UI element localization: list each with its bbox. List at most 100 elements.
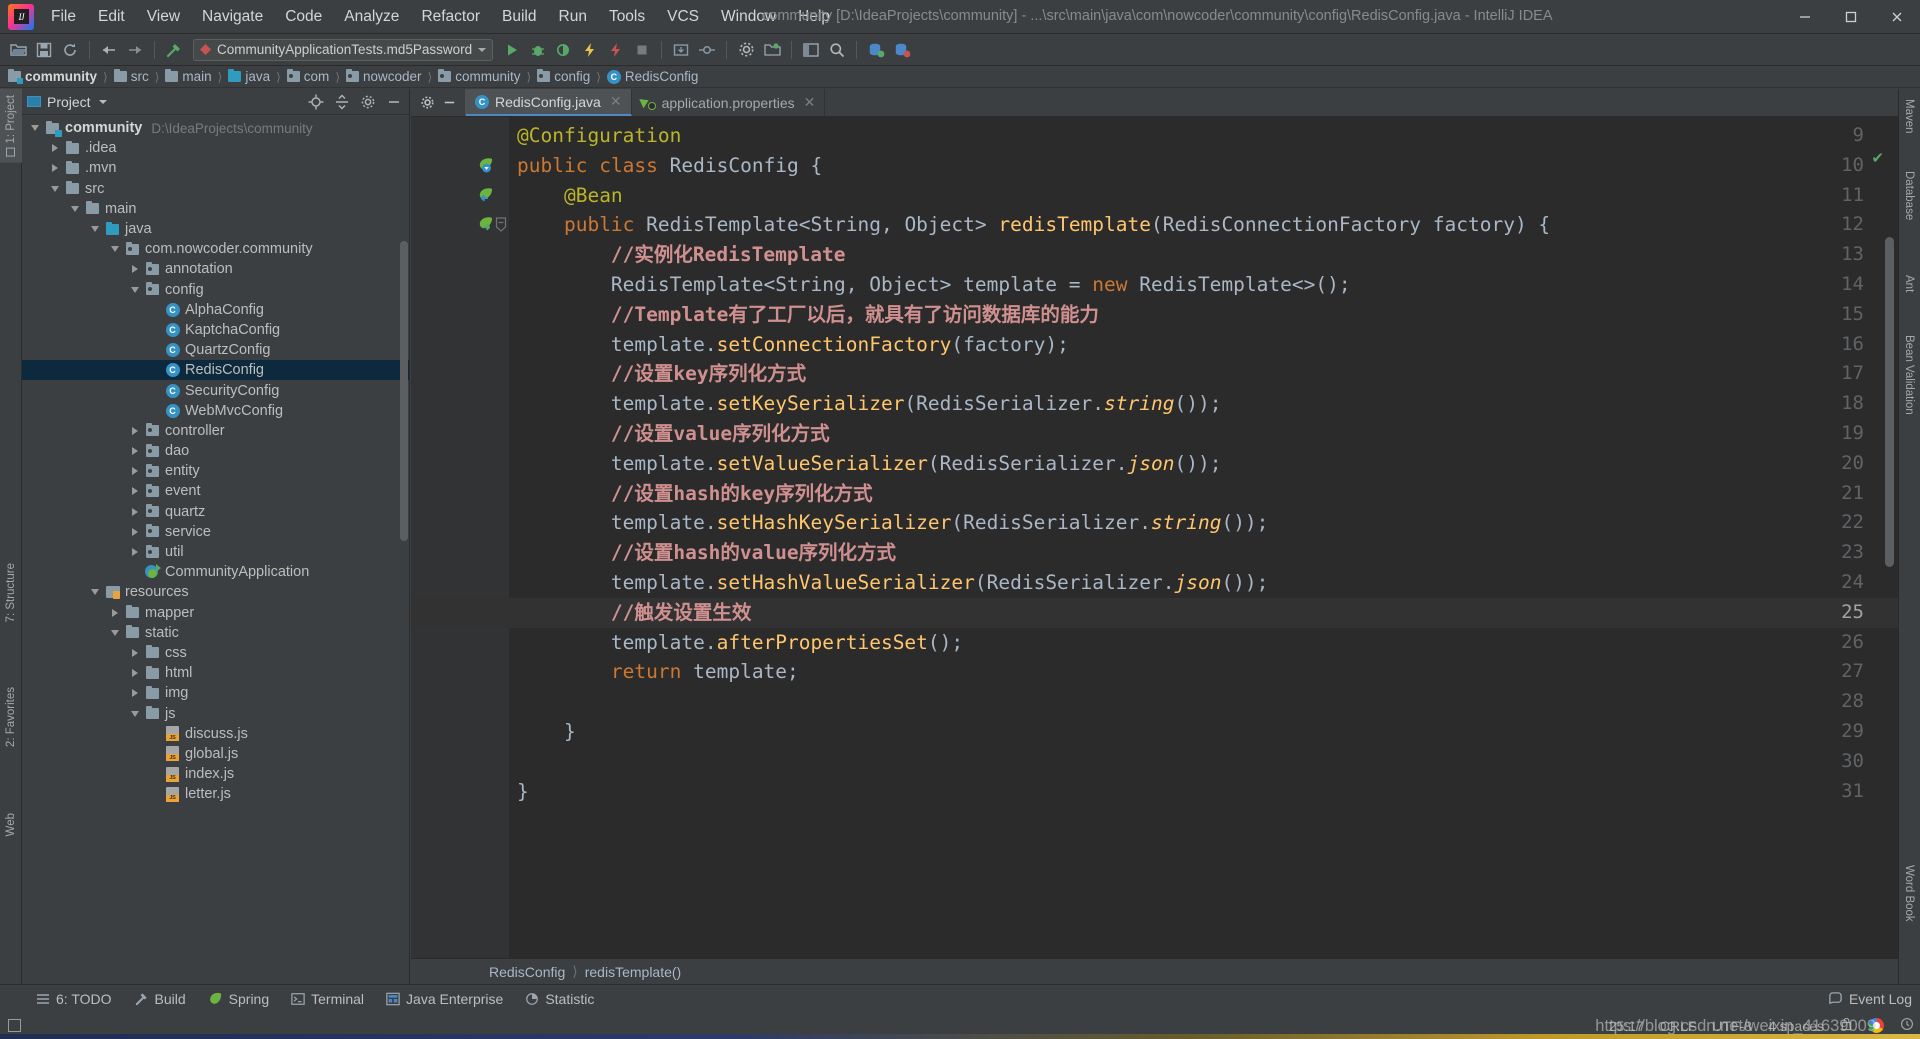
code-line[interactable]: template.setKeySerializer(RedisSerialize… [517, 389, 1898, 419]
tree-node-util[interactable]: util [22, 542, 409, 562]
code-line[interactable]: //设置hash的key序列化方式 [517, 479, 1898, 509]
expand-arrow-icon[interactable] [132, 467, 138, 476]
menu-file[interactable]: File [40, 3, 87, 31]
code-line[interactable]: RedisTemplate<String, Object> template =… [517, 270, 1898, 300]
tree-node-com-nowcoder-community[interactable]: com.nowcoder.community [22, 239, 409, 259]
tree-node-quartz[interactable]: quartz [22, 502, 409, 522]
rail-web[interactable]: Web [0, 807, 22, 842]
memory-indicator-icon[interactable] [1900, 1017, 1914, 1034]
menu-build[interactable]: Build [491, 3, 547, 31]
tree-node-securityconfig[interactable]: C SecurityConfig [22, 380, 409, 400]
tree-node-quartzconfig[interactable]: C QuartzConfig [22, 340, 409, 360]
code-line[interactable]: template.setHashKeySerializer(RedisSeria… [517, 508, 1898, 538]
tree-node-annotation[interactable]: annotation [22, 259, 409, 279]
commit-icon[interactable] [695, 38, 719, 62]
rail-database[interactable]: Database [1898, 165, 1920, 226]
save-all-icon[interactable] [32, 38, 56, 62]
maximize-button[interactable] [1828, 0, 1874, 34]
code-fold-marker[interactable] [495, 217, 507, 233]
tree-node-config[interactable]: config [22, 280, 409, 300]
tree-node-kaptchaconfig[interactable]: C KaptchaConfig [22, 320, 409, 340]
breadcrumb-item-main[interactable]: main [165, 69, 212, 84]
tree-node-dao[interactable]: dao [22, 441, 409, 461]
tree-node-communityapplication[interactable]: CommunityApplication [22, 562, 409, 582]
tree-node-alphaconfig[interactable]: C AlphaConfig [22, 300, 409, 320]
breadcrumb-item-java[interactable]: java [228, 69, 270, 84]
tree-toggle[interactable] [126, 265, 144, 274]
code-line[interactable]: //设置key序列化方式 [517, 359, 1898, 389]
code-line[interactable]: } [517, 777, 1898, 807]
code-line[interactable]: //设置value序列化方式 [517, 419, 1898, 449]
breadcrumb-item-community-pkg[interactable]: community [438, 69, 521, 84]
event-log-button[interactable]: Event Log [1828, 991, 1912, 1007]
tree-toggle[interactable] [126, 507, 144, 516]
tree-toggle[interactable] [86, 589, 104, 596]
menu-view[interactable]: View [136, 3, 191, 31]
menu-edit[interactable]: Edit [87, 3, 136, 31]
project-tree[interactable]: community D:\IdeaProjects\community .idea.… [22, 115, 409, 984]
breadcrumb-item-redisconfig[interactable]: C RedisConfig [606, 69, 698, 84]
breadcrumb-item-config[interactable]: config [537, 69, 590, 84]
tree-toggle[interactable] [126, 669, 144, 678]
tree-toggle[interactable] [46, 144, 64, 153]
rail-word-book[interactable]: Word Book [1898, 859, 1920, 928]
collapse-arrow-icon[interactable] [71, 205, 79, 212]
collapse-arrow-icon[interactable] [111, 246, 119, 253]
expand-arrow-icon[interactable] [132, 669, 138, 678]
menu-code[interactable]: Code [274, 3, 333, 31]
build-hammer-icon[interactable] [162, 38, 186, 62]
rail-bean-validation[interactable]: Bean Validation [1898, 329, 1920, 421]
tree-node-mapper[interactable]: mapper [22, 603, 409, 623]
rerun-button[interactable] [604, 38, 628, 62]
tree-node-discuss-js[interactable]: JS discuss.js [22, 724, 409, 744]
collapse-arrow-icon[interactable] [131, 286, 139, 293]
menu-refactor[interactable]: Refactor [410, 3, 491, 31]
project-structure-icon[interactable] [760, 38, 784, 62]
collapse-arrow-icon[interactable] [131, 710, 139, 717]
breadcrumb-item-src[interactable]: src [113, 69, 149, 84]
code-line[interactable]: template.setValueSerializer(RedisSeriali… [517, 449, 1898, 479]
tab-application-properties[interactable]: application.properties ✕ [632, 89, 826, 116]
tree-node-static[interactable]: static [22, 623, 409, 643]
search-icon[interactable] [825, 38, 849, 62]
code-line[interactable]: } [517, 717, 1898, 747]
chevron-down-icon[interactable] [98, 99, 107, 104]
tree-toggle[interactable] [106, 629, 124, 636]
expand-arrow-icon[interactable] [132, 548, 138, 557]
editor-gutter[interactable] [411, 117, 509, 958]
project-tree-scrollbar[interactable] [400, 241, 408, 541]
run-profile-button[interactable] [578, 38, 602, 62]
tree-node--idea[interactable]: .idea [22, 138, 409, 158]
tree-toggle[interactable] [126, 426, 144, 435]
code-line[interactable]: template.afterPropertiesSet(); [517, 628, 1898, 658]
collapse-arrow-icon[interactable] [31, 125, 39, 132]
expand-arrow-icon[interactable] [112, 608, 118, 617]
close-icon[interactable]: ✕ [804, 94, 816, 111]
tree-node-community[interactable]: community D:\IdeaProjects\community [22, 118, 409, 138]
hide-editor-icon[interactable] [439, 93, 459, 113]
tree-node-src[interactable]: src [22, 179, 409, 199]
tree-toggle[interactable] [86, 226, 104, 233]
tree-toggle[interactable] [106, 608, 124, 617]
code-line[interactable]: public class RedisConfig { [517, 151, 1898, 181]
gutter-bean-green[interactable] [477, 215, 495, 233]
menu-tools[interactable]: Tools [598, 3, 656, 31]
tree-node-entity[interactable]: entity [22, 461, 409, 481]
stop-button[interactable] [630, 38, 654, 62]
tree-toggle[interactable] [46, 164, 64, 173]
tree-node-resources[interactable]: resources [22, 582, 409, 602]
code-line[interactable] [517, 747, 1898, 777]
code-line[interactable]: //实例化RedisTemplate [517, 240, 1898, 270]
gear-icon[interactable] [358, 92, 378, 112]
breadcrumb-item-nowcoder[interactable]: nowcoder [346, 69, 422, 84]
toggle-toolwindows-icon[interactable] [8, 1019, 21, 1032]
bottom-item-statistic[interactable]: Statistic [515, 988, 604, 1010]
close-icon[interactable]: ✕ [610, 93, 622, 110]
tree-toggle[interactable] [126, 710, 144, 717]
menu-navigate[interactable]: Navigate [191, 3, 274, 31]
gutter-impl-marker[interactable] [477, 186, 495, 204]
tree-node-webmvcconfig[interactable]: C WebMvcConfig [22, 401, 409, 421]
close-button[interactable] [1874, 0, 1920, 34]
collapse-arrow-icon[interactable] [91, 226, 99, 233]
tree-toggle[interactable] [126, 467, 144, 476]
